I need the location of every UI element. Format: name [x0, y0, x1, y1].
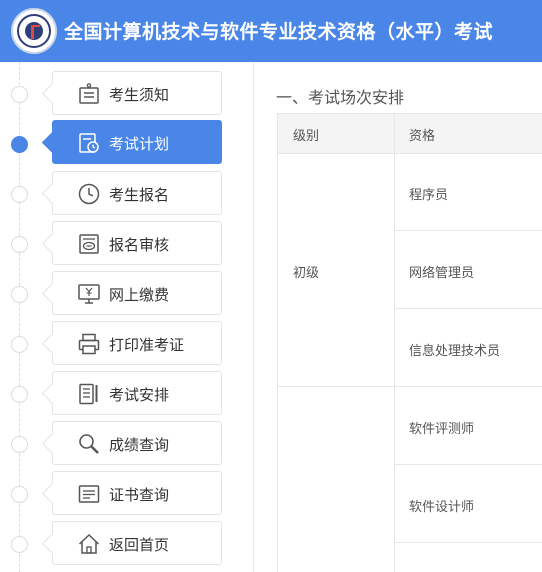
- nav-label: 报名审核: [109, 236, 170, 254]
- content-divider: [253, 62, 254, 572]
- nav-label: 返回首页: [109, 536, 170, 554]
- nav-item-registration[interactable]: 考生报名: [52, 171, 222, 215]
- home-icon: [78, 533, 100, 554]
- column-header-qualification: 资格: [409, 129, 436, 144]
- nav-item-review[interactable]: 报名审核: [52, 221, 222, 265]
- step-dot: [11, 186, 28, 203]
- row-divider: [394, 464, 542, 465]
- row-divider: [394, 542, 542, 543]
- nav-label: 网上缴费: [109, 286, 170, 304]
- nav-label: 考生报名: [109, 186, 170, 204]
- group-divider: [278, 386, 542, 387]
- nav-label: 成绩查询: [109, 436, 170, 454]
- step-dot: [11, 336, 28, 353]
- page-title: 全国计算机技术与软件专业技术资格（水平）考试: [64, 21, 494, 43]
- step-dot-current: [11, 136, 28, 153]
- nav-label: 考生须知: [109, 86, 170, 104]
- nav-item-exam-arrangement[interactable]: 考试安排: [52, 371, 222, 415]
- step-dot: [11, 236, 28, 253]
- printer-icon: [78, 333, 100, 355]
- table-cell-qualification: 网络管理员: [409, 266, 475, 281]
- table-header-row: 级别 资格: [278, 114, 542, 154]
- logo[interactable]: [11, 8, 57, 54]
- step-dot: [11, 286, 28, 303]
- exam-schedule-table: 级别 资格 初级 程序员 网络管理员 信息处理技术员 软件评测师 软件设计师: [277, 113, 542, 572]
- payment-monitor-icon: [78, 284, 100, 304]
- table-cell-qualification: 软件评测师: [409, 422, 475, 437]
- column-divider: [394, 114, 395, 572]
- step-dot: [11, 86, 28, 103]
- nav-label: 证书查询: [109, 486, 170, 504]
- arrangement-document-icon: [79, 383, 98, 405]
- table-cell-qualification: 程序员: [409, 188, 449, 203]
- nav-label: 打印准考证: [109, 336, 185, 354]
- schedule-clock-icon: [79, 133, 99, 153]
- table-cell-qualification: 软件设计师: [409, 500, 475, 515]
- page-header: 全国计算机技术与软件专业技术资格（水平）考试: [0, 0, 542, 62]
- logo-emblem-icon: [25, 22, 43, 40]
- review-icon: [79, 234, 99, 254]
- nav-item-exam-plan[interactable]: 考试计划: [52, 120, 222, 164]
- column-header-level: 级别: [293, 129, 320, 144]
- nav-item-certificate-query[interactable]: 证书查询: [52, 471, 222, 515]
- step-dot: [11, 386, 28, 403]
- nav-item-score-query[interactable]: 成绩查询: [52, 421, 222, 465]
- nav-item-payment[interactable]: 网上缴费: [52, 271, 222, 315]
- clock-icon: [78, 183, 100, 205]
- nav-item-exam-notice[interactable]: 考生须知: [52, 71, 222, 115]
- notice-icon: [79, 83, 99, 104]
- magnifier-icon: [79, 434, 99, 454]
- nav-item-print-ticket[interactable]: 打印准考证: [52, 321, 222, 365]
- certificate-icon: [78, 485, 100, 503]
- nav-label: 考试计划: [109, 135, 170, 153]
- nav-label: 考试安排: [109, 386, 170, 404]
- step-dot: [11, 486, 28, 503]
- row-divider: [394, 230, 542, 231]
- row-divider: [394, 308, 542, 309]
- step-dot: [11, 436, 28, 453]
- section-title: 一、考试场次安排: [276, 88, 405, 107]
- nav-item-home[interactable]: 返回首页: [52, 521, 222, 565]
- table-cell-level: 初级: [293, 266, 320, 281]
- step-dot: [11, 536, 28, 553]
- table-cell-qualification: 信息处理技术员: [409, 344, 501, 359]
